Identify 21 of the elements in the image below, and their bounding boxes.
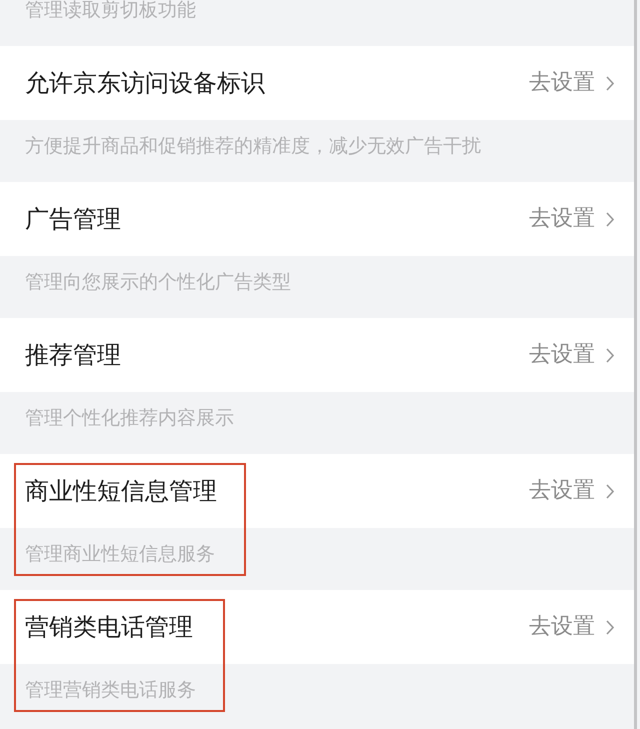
setting-title: 允许京东访问设备标识 xyxy=(25,68,265,98)
settings-row[interactable]: 广告管理 去设置 xyxy=(0,182,634,256)
chevron-right-icon xyxy=(606,348,614,362)
setting-title: 营销类电话管理 xyxy=(25,612,193,642)
setting-description: 管理个性化推荐内容展示 xyxy=(25,407,234,429)
chevron-right-icon xyxy=(606,484,614,498)
setting-description: 管理读取剪切板功能 xyxy=(25,0,196,21)
settings-row[interactable]: 营销类电话管理 去设置 xyxy=(0,590,634,664)
setting-description: 方便提升商品和促销推荐的精准度，减少无效广告干扰 xyxy=(25,135,481,157)
setting-description: 管理向您展示的个性化广告类型 xyxy=(25,271,291,293)
chevron-right-icon xyxy=(606,76,614,90)
chevron-right-icon xyxy=(606,620,614,634)
setting-title: 商业性短信息管理 xyxy=(25,476,217,506)
settings-row[interactable]: 允许京东访问设备标识 去设置 xyxy=(0,46,634,120)
setting-title: 广告管理 xyxy=(25,204,121,234)
settings-row[interactable]: 推荐管理 去设置 xyxy=(0,318,634,392)
chevron-right-icon xyxy=(606,212,614,226)
setting-description: 管理商业性短信息服务 xyxy=(25,543,215,565)
setting-title: 推荐管理 xyxy=(25,340,121,370)
setting-description: 管理营销类电话服务 xyxy=(25,679,196,701)
settings-row[interactable]: 商业性短信息管理 去设置 xyxy=(0,454,634,528)
